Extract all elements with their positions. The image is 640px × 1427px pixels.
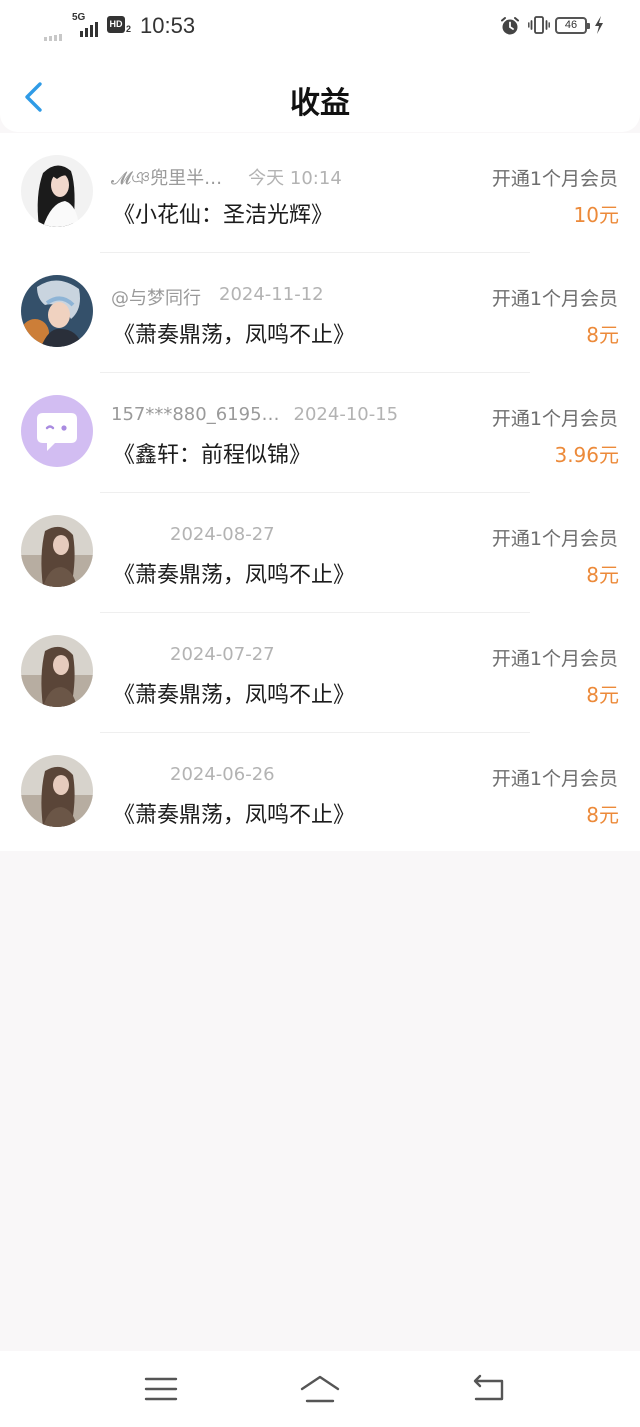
amount: 10元 bbox=[573, 203, 619, 227]
user-name: 𝓜ঞ兜里半… bbox=[111, 168, 223, 189]
membership-type: 开通1个月会员 bbox=[491, 648, 618, 670]
record-date: 2024-08-27 bbox=[170, 524, 275, 545]
membership-type: 开通1个月会员 bbox=[491, 168, 618, 190]
book-title: 《小花仙：圣洁光辉》 bbox=[113, 203, 334, 228]
avatar[interactable] bbox=[21, 635, 93, 707]
record-date: 2024-07-27 bbox=[170, 644, 275, 665]
record-date: 2024-11-12 bbox=[219, 284, 324, 305]
battery-icon: 46 bbox=[555, 17, 590, 34]
avatar[interactable] bbox=[21, 275, 93, 347]
list-item[interactable]: 𝓜ঞ兜里半… 今天 10:14 《小花仙：圣洁光辉》 开通1个月会员 10元 bbox=[0, 133, 640, 253]
user-name: @与梦同行 bbox=[111, 288, 201, 309]
membership-type: 开通1个月会员 bbox=[491, 528, 618, 550]
charging-icon bbox=[595, 16, 603, 34]
amount: 8元 bbox=[586, 803, 619, 827]
navigation-bar bbox=[0, 1351, 640, 1427]
hd-badge: HD bbox=[107, 16, 125, 33]
page-title: 收益 bbox=[290, 86, 350, 121]
status-bar: 5G HD 2 10:53 46 bbox=[0, 0, 640, 52]
amount: 8元 bbox=[586, 323, 619, 347]
membership-type: 开通1个月会员 bbox=[491, 768, 618, 790]
amount: 8元 bbox=[586, 563, 619, 587]
avatar[interactable] bbox=[21, 515, 93, 587]
book-title: 《萧奏鼎荡，凤鸣不止》 bbox=[113, 803, 356, 828]
vibrate-icon bbox=[528, 16, 550, 34]
book-title: 《萧奏鼎荡，凤鸣不止》 bbox=[113, 563, 356, 588]
signal-strength-icon bbox=[80, 18, 100, 37]
book-title: 《萧奏鼎荡，凤鸣不止》 bbox=[113, 683, 356, 708]
record-date: 今天 10:14 bbox=[248, 168, 342, 189]
earnings-list: 𝓜ঞ兜里半… 今天 10:14 《小花仙：圣洁光辉》 开通1个月会员 10元 @与… bbox=[0, 133, 640, 851]
list-item[interactable]: @与梦同行 2024-11-12 《萧奏鼎荡，凤鸣不止》 开通1个月会员 8元 bbox=[0, 253, 640, 373]
avatar[interactable] bbox=[21, 755, 93, 827]
back-icon[interactable] bbox=[466, 1369, 510, 1409]
book-title: 《萧奏鼎荡，凤鸣不止》 bbox=[113, 323, 356, 348]
hd-sub-badge: 2 bbox=[126, 24, 132, 34]
membership-type: 开通1个月会员 bbox=[491, 408, 618, 430]
header: 收益 bbox=[0, 52, 640, 132]
user-name: 157***880_6195… bbox=[111, 404, 280, 425]
list-item[interactable]: 2024-07-27 《萧奏鼎荡，凤鸣不止》 开通1个月会员 8元 bbox=[0, 613, 640, 733]
clock: 10:53 bbox=[140, 13, 196, 38]
membership-type: 开通1个月会员 bbox=[491, 288, 618, 310]
home-icon[interactable] bbox=[298, 1369, 342, 1409]
avatar[interactable] bbox=[21, 395, 93, 467]
record-date: 2024-06-26 bbox=[170, 764, 275, 785]
avatar[interactable] bbox=[21, 155, 93, 227]
list-item[interactable]: 2024-08-27 《萧奏鼎荡，凤鸣不止》 开通1个月会员 8元 bbox=[0, 493, 640, 613]
amount: 3.96元 bbox=[554, 443, 619, 467]
list-item[interactable]: 2024-06-26 《萧奏鼎荡，凤鸣不止》 开通1个月会员 8元 bbox=[0, 733, 640, 853]
alarm-icon bbox=[501, 17, 519, 35]
list-item[interactable]: 157***880_6195… 2024-10-15 《鑫轩：前程似锦》 开通1个… bbox=[0, 373, 640, 493]
record-date: 2024-10-15 bbox=[293, 404, 399, 425]
amount: 8元 bbox=[586, 683, 619, 707]
menu-icon[interactable] bbox=[139, 1369, 183, 1409]
signal-icon bbox=[44, 22, 64, 41]
book-title: 《鑫轩：前程似锦》 bbox=[113, 443, 312, 468]
